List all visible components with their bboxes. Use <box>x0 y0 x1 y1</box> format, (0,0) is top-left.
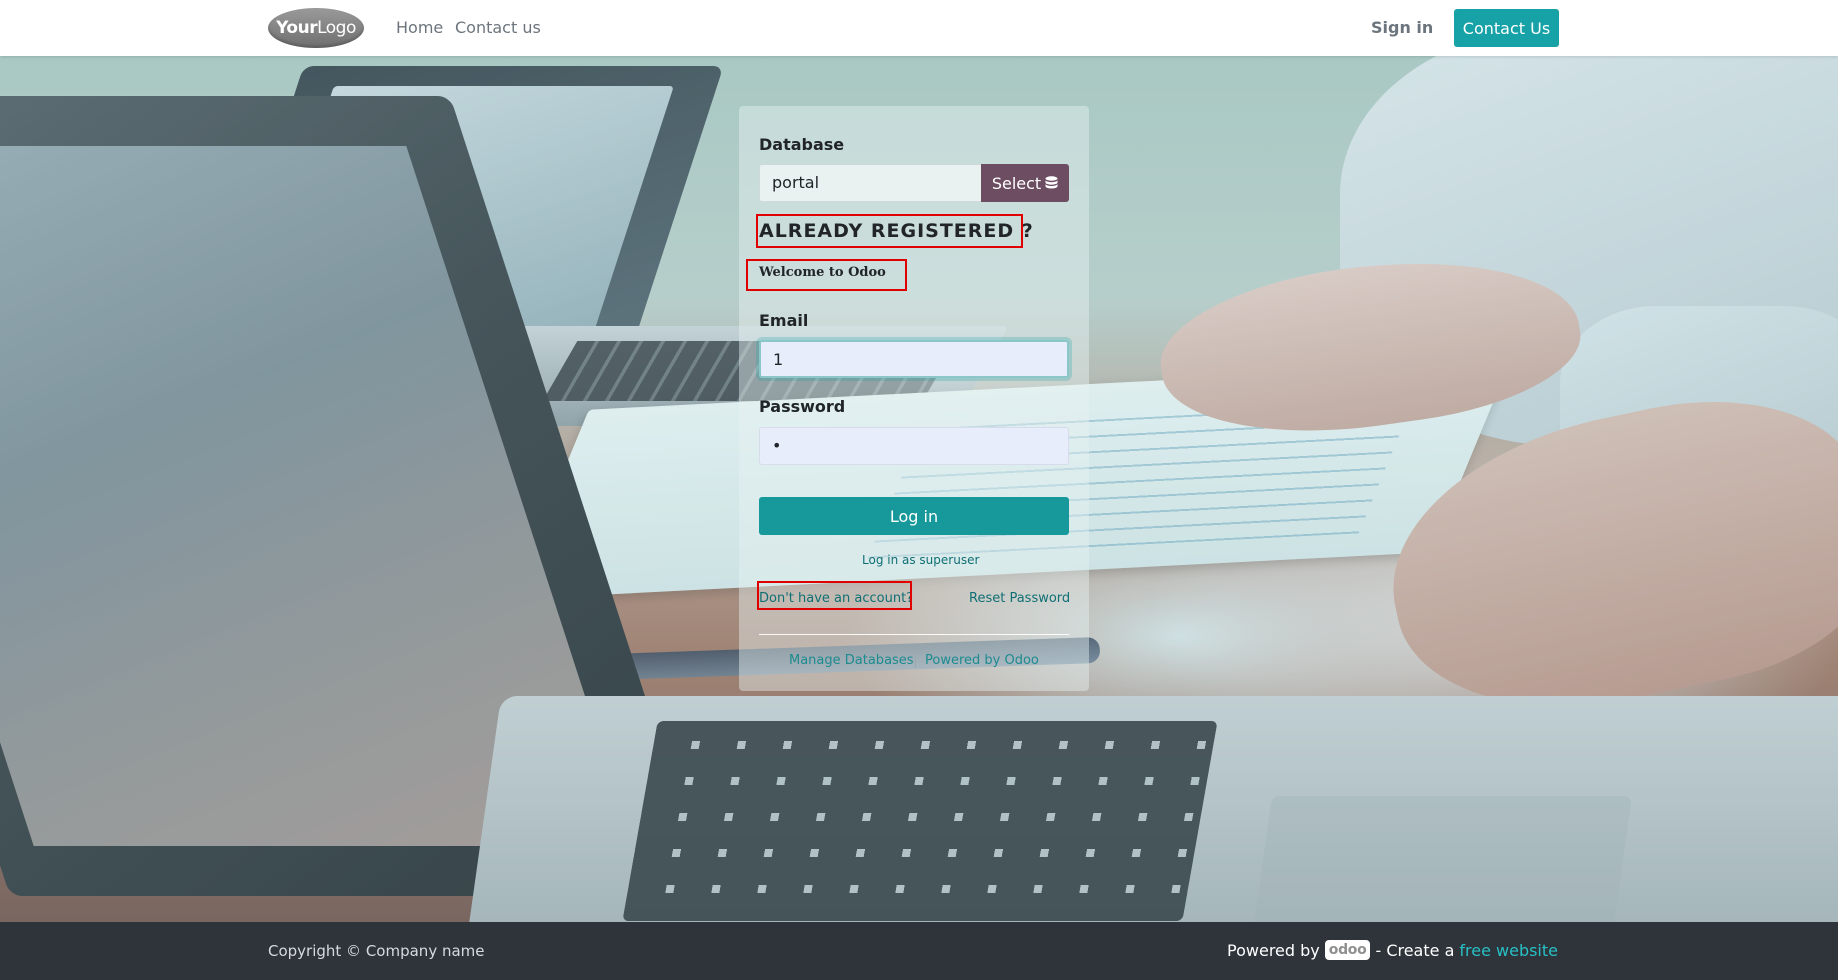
database-label: Database <box>759 135 845 154</box>
highlight-box-welcome <box>746 259 907 291</box>
create-text: - Create a <box>1375 940 1455 960</box>
highlight-box-signup <box>757 581 912 610</box>
nav-contact-link[interactable]: Contact us <box>455 18 541 37</box>
nav-home-link[interactable]: Home <box>396 18 443 37</box>
sign-in-link[interactable]: Sign in <box>1371 18 1433 37</box>
contact-us-button[interactable]: Contact Us <box>1454 9 1559 47</box>
highlight-box-heading <box>756 214 1023 248</box>
email-label: Email <box>759 311 809 330</box>
card-divider <box>759 634 1069 635</box>
powered-by: Powered by odoo - Create a free website <box>1227 940 1558 960</box>
top-navbar: YourLogo Home Contact us Sign in Contact… <box>0 0 1838 56</box>
select-database-button[interactable]: Select <box>981 164 1069 202</box>
database-icon <box>1045 176 1058 189</box>
email-field[interactable]: 1 <box>759 340 1069 378</box>
log-in-button[interactable]: Log in <box>759 497 1069 535</box>
password-label: Password <box>759 397 846 416</box>
powered-by-text: Powered by <box>1227 940 1320 960</box>
copyright-text: Copyright © Company name <box>268 942 485 960</box>
odoo-logo[interactable]: odoo <box>1324 940 1371 960</box>
manage-databases-link[interactable]: Manage Databases <box>789 653 914 668</box>
select-button-label: Select <box>991 173 1042 193</box>
company-logo[interactable]: YourLogo <box>268 8 364 48</box>
free-website-link[interactable]: free website <box>1459 941 1558 960</box>
reset-password-link[interactable]: Reset Password <box>969 591 1070 606</box>
superuser-login-link[interactable]: Log in as superuser <box>862 553 979 567</box>
page-footer: Copyright © Company name Powered by odoo… <box>0 922 1838 980</box>
password-field[interactable]: • <box>759 427 1069 465</box>
link-separator <box>915 652 916 668</box>
database-field[interactable]: portal <box>759 164 981 202</box>
logo-text: YourLogo <box>276 18 356 38</box>
powered-by-odoo-link[interactable]: Powered by Odoo <box>925 653 1039 668</box>
